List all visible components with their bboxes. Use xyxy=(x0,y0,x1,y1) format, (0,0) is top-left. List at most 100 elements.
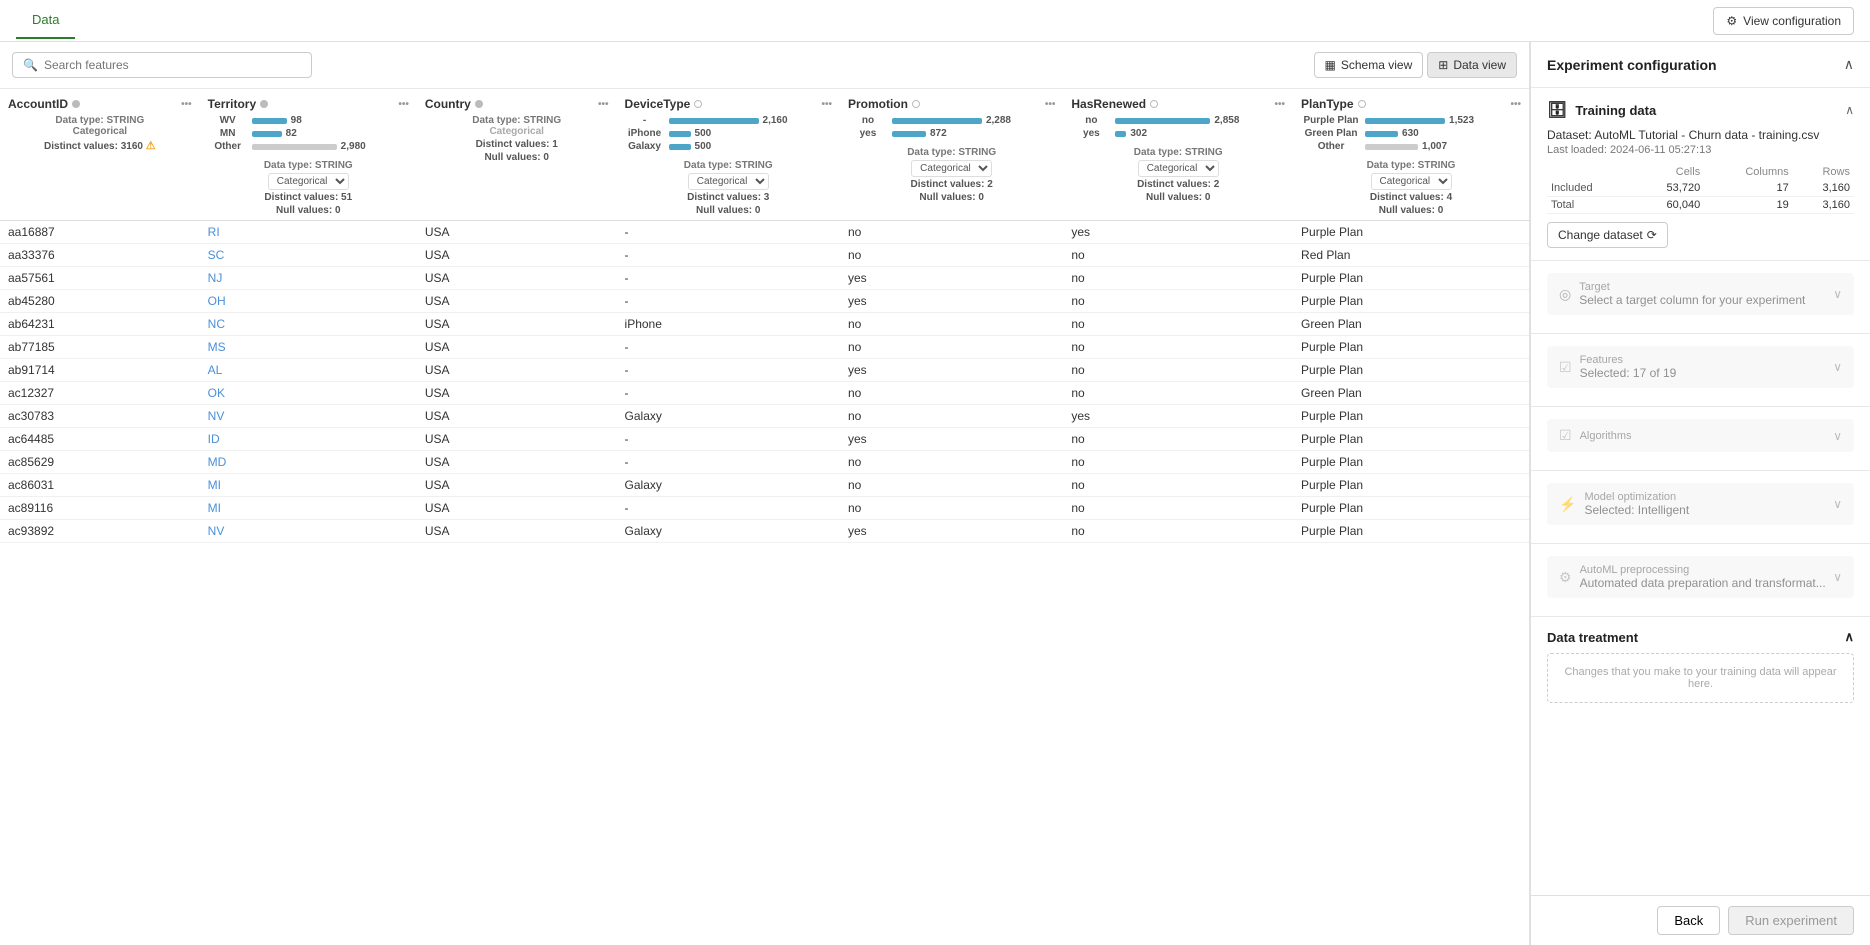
col-category-select-hasrenewed[interactable]: Categorical xyxy=(1138,160,1219,177)
automl-section: ⚙ AutoML preprocessing Automated data pr… xyxy=(1531,544,1870,617)
col-meta-plantype: Data type: STRING xyxy=(1301,160,1521,171)
change-dataset-button[interactable]: Change dataset ⟳ xyxy=(1547,222,1668,248)
database-icon: 🗄 xyxy=(1547,100,1567,120)
table-cell: ab64231 xyxy=(0,313,200,336)
algorithms-config-item[interactable]: ☑ Algorithms ∨ xyxy=(1547,419,1854,452)
target-value: Select a target column for your experime… xyxy=(1579,293,1805,307)
table-cell: USA xyxy=(417,474,617,497)
automl-label: AutoML preprocessing xyxy=(1580,564,1826,576)
col-menu-territory[interactable]: ••• xyxy=(398,99,409,110)
table-cell: ac12327 xyxy=(0,382,200,405)
col-dot-accountid xyxy=(72,100,80,108)
stats-cells-header: Cells xyxy=(1632,164,1704,180)
tab-data[interactable]: Data xyxy=(16,2,75,39)
table-cell: no xyxy=(1063,244,1293,267)
territory-link[interactable]: AL xyxy=(208,363,223,377)
training-data-title: 🗄 Training data xyxy=(1547,100,1656,120)
schema-view-button[interactable]: ▦ Schema view xyxy=(1314,52,1424,78)
data-view-button[interactable]: ⊞ Data view xyxy=(1427,52,1517,78)
col-menu-hasrenewed[interactable]: ••• xyxy=(1275,99,1286,110)
view-config-button[interactable]: ⚙ View configuration xyxy=(1713,7,1854,35)
table-cell: Purple Plan xyxy=(1293,405,1529,428)
table-cell: yes xyxy=(840,359,1063,382)
table-cell: yes xyxy=(1063,405,1293,428)
col-dot-devicetype xyxy=(694,100,702,108)
col-category-select-promotion[interactable]: Categorical xyxy=(911,160,992,177)
territory-link[interactable]: ID xyxy=(208,432,220,446)
col-meta-devicetype: Data type: STRING xyxy=(625,160,832,171)
table-cell: NJ xyxy=(200,267,417,290)
territory-link[interactable]: NC xyxy=(208,317,225,331)
table-cell: - xyxy=(617,267,840,290)
table-cell: yes xyxy=(840,267,1063,290)
training-data-label: Training data xyxy=(1575,103,1656,118)
col-null-country: Null values: 0 xyxy=(425,152,609,163)
territory-link[interactable]: MD xyxy=(208,455,227,469)
territory-link[interactable]: OK xyxy=(208,386,225,400)
features-icon: ☑ xyxy=(1559,359,1572,376)
territory-link[interactable]: NV xyxy=(208,409,225,423)
col-dot-plantype xyxy=(1358,100,1366,108)
col-category-select-devicetype[interactable]: Categorical xyxy=(688,173,769,190)
model-opt-config-item[interactable]: ⚡ Model optimization Selected: Intellige… xyxy=(1547,483,1854,525)
territory-link[interactable]: OH xyxy=(208,294,226,308)
automl-config-item[interactable]: ⚙ AutoML preprocessing Automated data pr… xyxy=(1547,556,1854,598)
features-section: ☑ Features Selected: 17 of 19 ∨ xyxy=(1531,334,1870,407)
model-opt-icon: ⚡ xyxy=(1559,496,1576,513)
stats-total-cells: 60,040 xyxy=(1632,197,1704,214)
territory-link[interactable]: MI xyxy=(208,478,221,492)
table-row: ac93892NVUSAGalaxyyesnoPurple Plan xyxy=(0,520,1529,543)
view-config-label: View configuration xyxy=(1743,14,1841,28)
col-header-hasrenewed: HasRenewed ••• no2,858 yes302 Data type:… xyxy=(1063,89,1293,221)
territory-link[interactable]: NV xyxy=(208,524,225,538)
col-distinct-val-accountid: Distinct values: 3160 xyxy=(44,141,143,152)
table-cell: Purple Plan xyxy=(1293,474,1529,497)
table-cell: ac64485 xyxy=(0,428,200,451)
col-menu-plantype[interactable]: ••• xyxy=(1510,99,1521,110)
search-input[interactable] xyxy=(44,58,301,72)
search-box[interactable]: 🔍 xyxy=(12,52,312,78)
app-container: Data ⚙ View configuration 🔍 ▦ Schema vie… xyxy=(0,0,1870,945)
territory-link[interactable]: MI xyxy=(208,501,221,515)
territory-link[interactable]: SC xyxy=(208,248,225,262)
table-cell: no xyxy=(840,336,1063,359)
table-cell: NV xyxy=(200,405,417,428)
col-meta-hasrenewed: Data type: STRING xyxy=(1071,147,1285,158)
col-menu-promotion[interactable]: ••• xyxy=(1045,99,1056,110)
run-experiment-button[interactable]: Run experiment xyxy=(1728,906,1854,935)
data-treatment-collapse-icon[interactable]: ∧ xyxy=(1844,629,1854,645)
collapse-training-icon[interactable]: ∧ xyxy=(1845,103,1854,117)
table-cell: ac30783 xyxy=(0,405,200,428)
table-cell: - xyxy=(617,382,840,405)
stats-included-label: Included xyxy=(1547,180,1632,197)
right-panel-header: Experiment configuration ∧ xyxy=(1531,42,1870,88)
schema-view-label: Schema view xyxy=(1341,58,1412,72)
model-opt-label: Model optimization xyxy=(1584,491,1689,503)
table-row: aa57561NJUSA-yesnoPurple Plan xyxy=(0,267,1529,290)
table-cell: - xyxy=(617,221,840,244)
col-null-territory: Null values: 0 xyxy=(208,205,409,216)
training-data-section: 🗄 Training data ∧ Dataset: AutoML Tutori… xyxy=(1531,88,1870,261)
main-content: 🔍 ▦ Schema view ⊞ Data view xyxy=(0,42,1870,945)
territory-link[interactable]: RI xyxy=(208,225,220,239)
table-cell: USA xyxy=(417,313,617,336)
territory-link[interactable]: NJ xyxy=(208,271,223,285)
collapse-panel-icon[interactable]: ∧ xyxy=(1844,56,1854,73)
col-menu-country[interactable]: ••• xyxy=(598,99,609,110)
col-header-promotion: Promotion ••• no2,288 yes872 Data type: … xyxy=(840,89,1063,221)
col-menu-accountid[interactable]: ••• xyxy=(181,99,192,110)
table-cell: USA xyxy=(417,520,617,543)
back-button[interactable]: Back xyxy=(1657,906,1720,935)
table-cell: no xyxy=(840,451,1063,474)
table-cell: no xyxy=(1063,267,1293,290)
table-cell: Galaxy xyxy=(617,520,840,543)
col-category-select-plantype[interactable]: Categorical xyxy=(1371,173,1452,190)
table-cell: OK xyxy=(200,382,417,405)
target-config-item[interactable]: ◎ Target Select a target column for your… xyxy=(1547,273,1854,315)
col-category-select-territory[interactable]: Categorical xyxy=(268,173,349,190)
features-config-item[interactable]: ☑ Features Selected: 17 of 19 ∨ xyxy=(1547,346,1854,388)
col-menu-devicetype[interactable]: ••• xyxy=(821,99,832,110)
col-name-devicetype: DeviceType xyxy=(625,97,691,111)
territory-link[interactable]: MS xyxy=(208,340,226,354)
table-cell: - xyxy=(617,290,840,313)
